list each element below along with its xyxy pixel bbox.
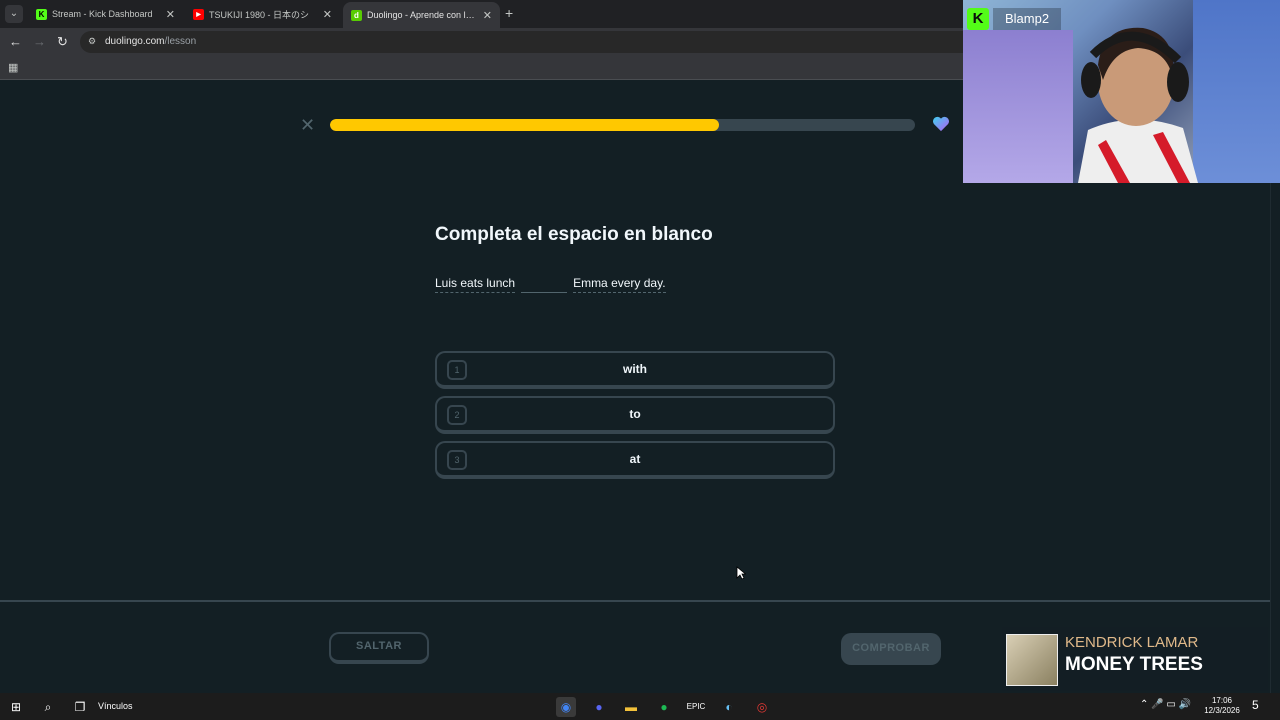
clock-time: 17:06 xyxy=(1211,696,1233,705)
webcam-overlay: K Blamp2 xyxy=(963,0,1280,183)
tab-duolingo[interactable]: d Duolingo - Aprende con leccio ✕ xyxy=(343,2,500,28)
duolingo-icon: d xyxy=(351,9,362,21)
url-path: /lesson xyxy=(164,36,197,47)
tab-title: Stream - Kick Dashboard xyxy=(52,9,153,19)
clock-date: 12/3/2026 xyxy=(1204,706,1240,715)
search-icon[interactable]: ⌕ xyxy=(38,697,58,717)
tab-kick-dashboard[interactable]: K Stream - Kick Dashboard ✕ xyxy=(28,2,183,26)
footer-divider xyxy=(0,600,1270,602)
windows-start-icon[interactable]: ⊞ xyxy=(6,697,26,717)
now-playing-artist: KENDRICK LAMAR xyxy=(1065,634,1199,651)
tab-search-chevron-icon[interactable]: ⌄ xyxy=(5,5,23,23)
steam-icon[interactable]: ◐ xyxy=(719,697,739,717)
sentence-before: Luis eats lunch xyxy=(435,276,516,293)
option-text: to xyxy=(629,407,641,421)
option-to[interactable]: 2 to xyxy=(435,396,835,434)
url-text: duolingo.com/lesson xyxy=(105,36,196,47)
obs-icon[interactable]: ◎ xyxy=(752,697,772,717)
notifications-icon[interactable]: 5 xyxy=(1252,698,1259,712)
sentence-after: Emma every day. xyxy=(573,276,666,293)
now-playing-title: MONEY TREES xyxy=(1065,654,1203,675)
option-text: at xyxy=(629,452,641,466)
site-info-icon[interactable]: ⚙ xyxy=(88,36,98,46)
streamer-name: Blamp2 xyxy=(993,8,1062,30)
option-with[interactable]: 1 with xyxy=(435,351,835,389)
reload-icon[interactable]: ↻ xyxy=(57,34,68,50)
links-toolbar-label[interactable]: Vínculos xyxy=(98,701,133,711)
youtube-icon: ▶ xyxy=(193,8,204,20)
chrome-icon[interactable]: ◉ xyxy=(556,697,576,717)
progress-fill xyxy=(330,119,720,131)
answer-blank xyxy=(521,271,568,293)
discord-icon[interactable]: ● xyxy=(589,697,609,717)
album-cover-image xyxy=(1006,634,1058,686)
sentence: Luis eats lunch Emma every day. xyxy=(435,271,666,293)
option-text: with xyxy=(623,362,647,376)
tab-title: Duolingo - Aprende con leccio xyxy=(367,10,477,20)
heart-icon xyxy=(933,116,949,132)
webcam-background xyxy=(963,30,1073,183)
epic-games-icon[interactable]: EPIC xyxy=(686,697,706,717)
lesson-progress-bar xyxy=(330,119,915,131)
file-explorer-icon[interactable]: ▬ xyxy=(621,697,641,717)
close-tab-icon[interactable]: ✕ xyxy=(483,9,492,22)
kick-icon: K xyxy=(36,8,47,20)
streamer-image xyxy=(1078,27,1198,183)
spotify-icon[interactable]: ● xyxy=(654,697,674,717)
answer-options: 1 with 2 to 3 at xyxy=(435,351,835,486)
mouse-cursor-icon xyxy=(736,566,746,580)
screen: ⌄ K Stream - Kick Dashboard ✕ ▶ TSUKIJI … xyxy=(0,0,1280,720)
skip-button[interactable]: SALTAR xyxy=(329,632,429,664)
address-bar[interactable]: ⚙ duolingo.com/lesson xyxy=(80,31,1040,53)
forward-icon[interactable]: → xyxy=(33,34,46,49)
apps-grid-icon[interactable]: ▦ xyxy=(8,61,18,74)
option-at[interactable]: 3 at xyxy=(435,441,835,479)
kick-logo-icon: K xyxy=(967,8,989,30)
task-view-icon[interactable]: ❐ xyxy=(70,697,90,717)
close-tab-icon[interactable]: ✕ xyxy=(323,8,332,21)
clock[interactable]: 17:06 12/3/2026 xyxy=(1200,696,1244,716)
taskbar: ⊞ ⌕ ❐ Vínculos ◉ ● ▬ ● EPIC ◐ ◎ ⌃ 🎤 ▭ 🔊 … xyxy=(0,693,1280,720)
tab-title: TSUKIJI 1980 - 日本のシ xyxy=(209,9,310,20)
back-icon[interactable]: ← xyxy=(9,34,22,49)
tab-youtube[interactable]: ▶ TSUKIJI 1980 - 日本のシ ✕ xyxy=(185,2,340,26)
new-tab-icon[interactable]: + xyxy=(505,5,513,21)
system-tray-icons[interactable]: ⌃ 🎤 ▭ 🔊 xyxy=(1140,699,1191,710)
close-lesson-icon[interactable]: ✕ xyxy=(300,115,315,136)
check-button[interactable]: COMPROBAR xyxy=(841,633,941,665)
now-playing-overlay: KENDRICK LAMAR MONEY TREES xyxy=(1002,627,1268,691)
question-title: Completa el espacio en blanco xyxy=(435,224,713,245)
url-domain: duolingo.com xyxy=(105,36,165,47)
close-tab-icon[interactable]: ✕ xyxy=(166,8,175,21)
